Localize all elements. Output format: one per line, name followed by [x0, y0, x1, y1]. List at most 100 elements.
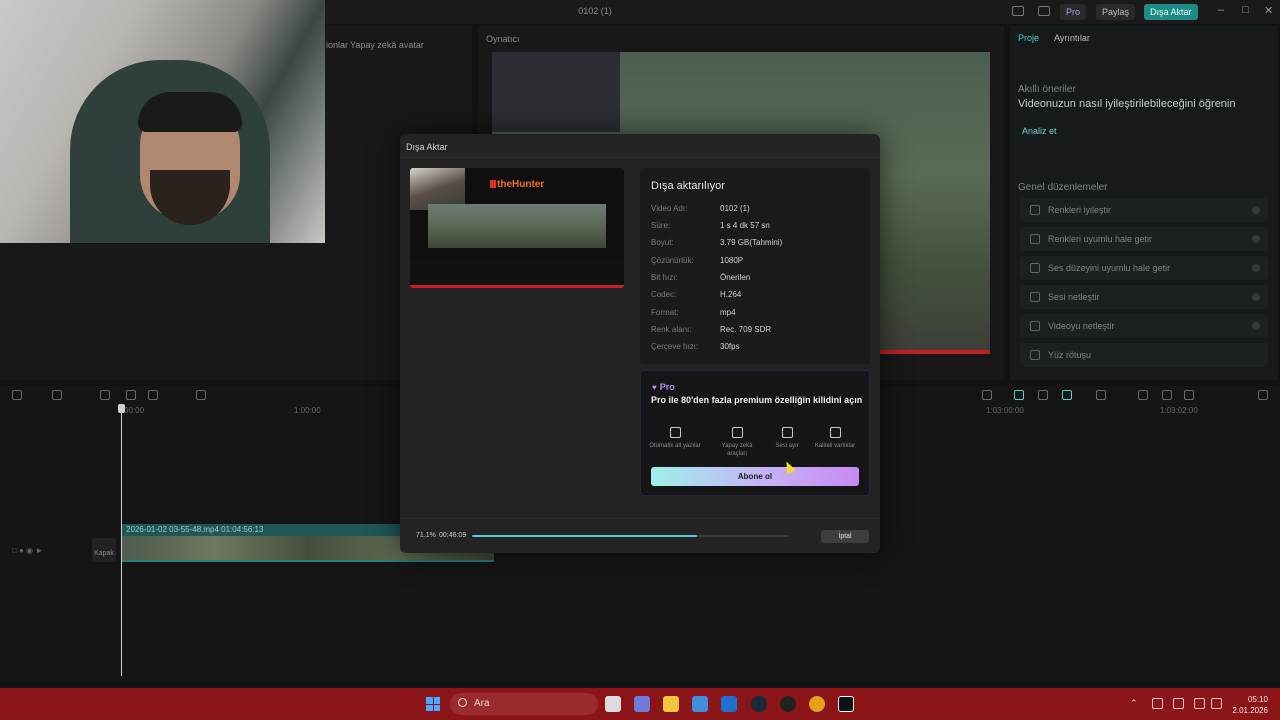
progress-percent: 71.1% — [416, 532, 436, 539]
info-row: Bit hızı: Önerilen — [651, 273, 751, 282]
zoom-in-icon[interactable] — [1258, 390, 1268, 400]
preview-axis-icon[interactable] — [1038, 390, 1048, 400]
toggle-dot[interactable] — [1252, 322, 1260, 330]
taskbar-search[interactable]: Ara — [450, 693, 598, 715]
obs-icon[interactable] — [780, 696, 796, 712]
file-explorer-icon[interactable] — [663, 696, 679, 712]
cover-button[interactable]: Kapak — [92, 538, 116, 562]
info-row: Süre: 1 s 4 dk 57 sn — [651, 221, 770, 230]
playhead-handle[interactable] — [118, 404, 125, 413]
chevron-up-icon[interactable]: ⌃ — [1130, 698, 1141, 709]
taskbar-clock[interactable]: 05:10 2.01.2026 — [1226, 694, 1268, 716]
enhance-colors-item[interactable]: Renkleri iyileştir — [1020, 198, 1268, 222]
network-off-icon[interactable] — [1152, 698, 1163, 709]
clock-time: 05:10 — [1247, 695, 1268, 704]
clock-date: 2.01.2026 — [1232, 706, 1268, 715]
divider — [400, 518, 880, 519]
undo-icon[interactable] — [52, 390, 62, 400]
info-row: Codec: H.264 — [651, 290, 742, 299]
toggle-dot[interactable] — [1252, 235, 1260, 243]
export-button[interactable]: Dışa Aktar — [1144, 4, 1198, 20]
player-title: Oynatıcı — [486, 34, 520, 44]
trim-left-icon[interactable] — [126, 390, 136, 400]
display-icon[interactable] — [1194, 698, 1205, 709]
mail-icon[interactable] — [721, 696, 737, 712]
preview-taskbar-strip — [410, 285, 624, 288]
tab-details[interactable]: Ayrıntılar — [1054, 33, 1090, 43]
feature-ai-tools[interactable]: Yapay zekâ araçları — [711, 427, 763, 458]
capcut-icon[interactable] — [838, 696, 854, 712]
track-controls[interactable]: □ ● ◉ ► — [12, 546, 43, 555]
snap-icon[interactable] — [1062, 390, 1072, 400]
tab-project[interactable]: Proje — [1018, 33, 1039, 43]
time-mark: 1:03:02:00 — [1160, 406, 1198, 415]
store-icon[interactable] — [692, 696, 708, 712]
search-label: Ara — [474, 698, 490, 709]
shield-icon[interactable] — [196, 390, 206, 400]
split-icon[interactable] — [100, 390, 110, 400]
subscribe-button[interactable]: Abone ol — [651, 467, 859, 486]
person-hair-shape — [138, 92, 242, 132]
tab-captions-partial[interactable]: ionlar — [326, 40, 348, 50]
pro-button[interactable]: Pro — [1060, 4, 1087, 20]
preview-scene — [428, 204, 606, 248]
info-row: Format: mp4 — [651, 308, 736, 317]
info-row: Çerçeve hızı: 30fps — [651, 342, 740, 351]
trim-right-icon[interactable] — [148, 390, 158, 400]
player-webcam-frame — [492, 52, 620, 132]
tab-ai-avatar[interactable]: Yapay zekâ avatar — [350, 40, 424, 50]
select-icon[interactable] — [12, 390, 22, 400]
cancel-button[interactable]: İptal — [821, 530, 869, 543]
feature-quality-assets[interactable]: Kaliteli varlıklar — [809, 427, 861, 450]
export-dialog: Dışa Aktar theHunter Dışa aktarılıyor Vi… — [400, 134, 880, 553]
enhance-voice-item[interactable]: Sesi netleştir — [1020, 285, 1268, 309]
playhead[interactable] — [121, 406, 122, 676]
pro-badge: Pro — [652, 382, 675, 392]
export-status-title: Dışa aktarılıyor — [651, 180, 725, 192]
hd-icon — [1030, 321, 1040, 331]
general-edits-heading: Genel düzenlemeler — [1018, 182, 1108, 193]
steam-icon[interactable] — [751, 696, 767, 712]
info-row: Video Adı: 0102 (1) — [651, 204, 750, 213]
face-icon — [1030, 350, 1040, 360]
audio-separate-icon — [781, 427, 793, 438]
widgets-icon[interactable] — [634, 696, 650, 712]
feature-auto-captions[interactable]: Otomatik alt yazılar — [649, 427, 701, 450]
caption-icon[interactable] — [1138, 390, 1148, 400]
mic-icon[interactable] — [1173, 698, 1184, 709]
volume-icon[interactable] — [1211, 698, 1222, 709]
layout-icon[interactable] — [1012, 6, 1024, 16]
preview-bar — [410, 260, 624, 286]
time-mark: 1:03:00:00 — [986, 406, 1024, 415]
zoom-slider-icon[interactable] — [1184, 390, 1194, 400]
enhance-video-item[interactable]: Videoyu netleştir — [1020, 314, 1268, 338]
minimize-icon[interactable]: – — [1218, 4, 1224, 16]
mic-icon[interactable] — [982, 390, 992, 400]
match-colors-item[interactable]: Renkleri uyumlu hale getir — [1020, 227, 1268, 251]
share-button[interactable]: Paylaş — [1096, 4, 1136, 20]
chrome-icon[interactable] — [809, 696, 825, 712]
retouch-item[interactable]: Yüz rötuşu — [1020, 343, 1268, 367]
feature-audio-separate[interactable]: Sesi ayır — [761, 427, 813, 450]
toggle-dot[interactable] — [1252, 293, 1260, 301]
shortcuts-icon[interactable] — [1038, 6, 1050, 16]
normalize-loudness-item[interactable]: Ses düzeyini uyumlu hale getir — [1020, 256, 1268, 280]
image-assets-icon — [829, 427, 841, 438]
replace-icon[interactable] — [1096, 390, 1106, 400]
pro-title: Pro ile 80'den fazla premium özelliğin k… — [651, 395, 863, 405]
smart-suggestions-title: Videonuzun nasıl iyileştirilebileceğini … — [1018, 98, 1236, 110]
analyze-button[interactable]: Analiz et — [1022, 126, 1057, 136]
close-icon[interactable]: ✕ — [1264, 4, 1273, 17]
time-mark: 1:00:00 — [294, 406, 321, 415]
start-button[interactable] — [426, 697, 440, 711]
toggle-dot[interactable] — [1252, 264, 1260, 272]
task-view-icon[interactable] — [605, 696, 621, 712]
link-icon[interactable] — [1014, 390, 1024, 400]
maximize-icon[interactable]: □ — [1242, 4, 1249, 16]
toggle-dot[interactable] — [1252, 206, 1260, 214]
smart-suggestions-heading: Akıllı öneriler — [1018, 84, 1076, 95]
webcam-overlay — [0, 0, 325, 243]
voice-icon — [1030, 292, 1040, 302]
zoom-out-icon[interactable] — [1162, 390, 1172, 400]
progress-elapsed: 00:46:09 — [439, 532, 467, 539]
